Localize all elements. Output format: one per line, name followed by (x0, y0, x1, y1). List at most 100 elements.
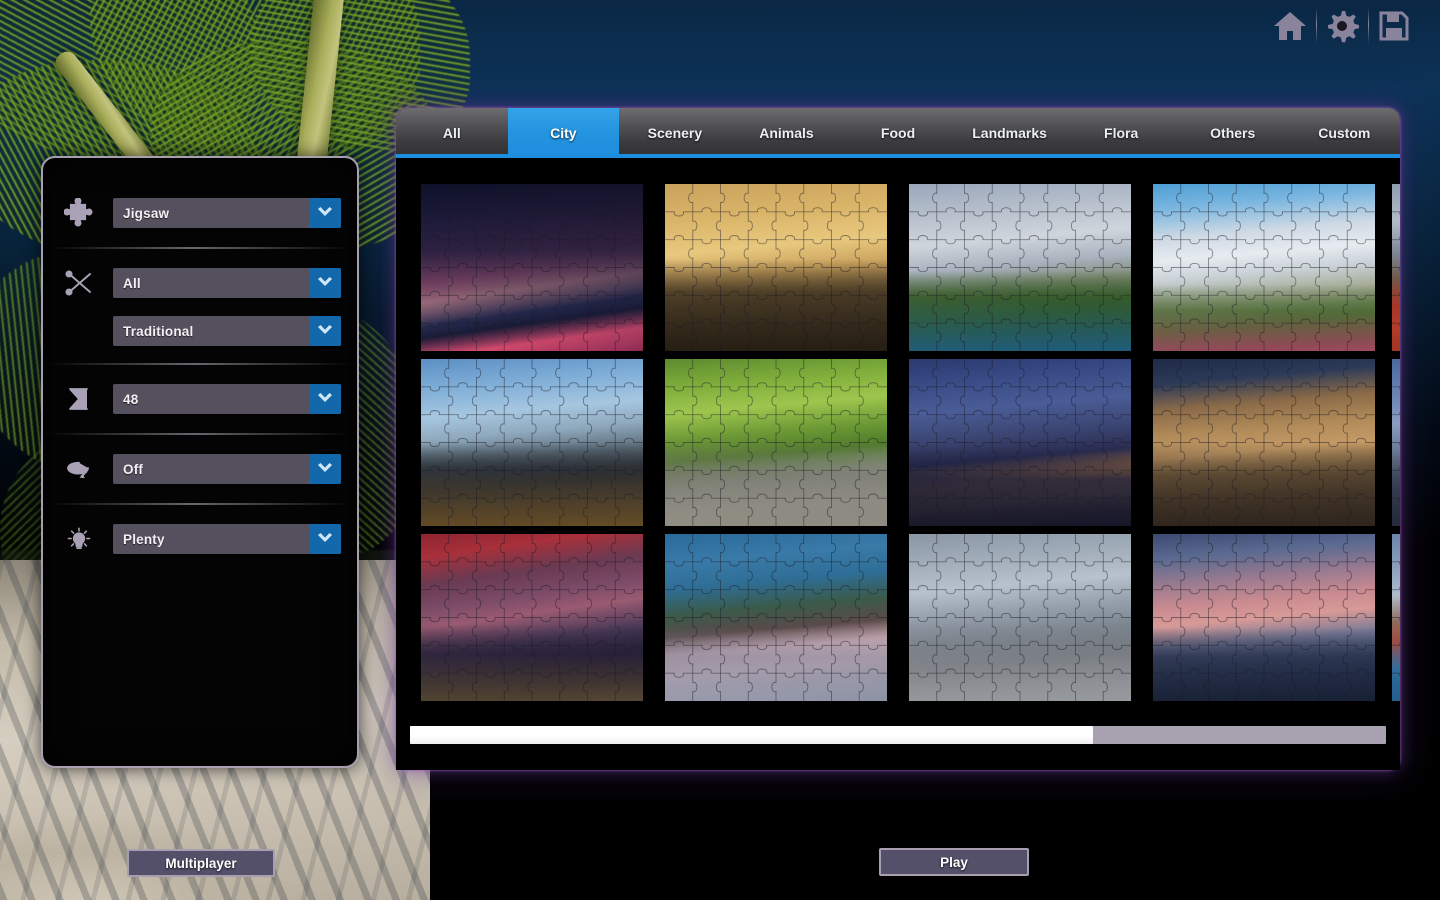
cut-shape-value: All (113, 276, 309, 291)
chevron-down-icon[interactable] (309, 454, 341, 484)
thumb-cobblestone-street[interactable] (904, 530, 1136, 705)
thumbnail-image (665, 359, 887, 526)
hints-value: Plenty (113, 532, 309, 547)
thumb-river-sunset-rocks[interactable] (660, 180, 892, 355)
thumbnail-grid (416, 180, 1400, 705)
scissors-icon (59, 263, 99, 303)
cut-style-dropdown[interactable]: Traditional (113, 316, 341, 346)
settings-divider (49, 247, 351, 249)
gear-icon[interactable] (1316, 4, 1368, 48)
thumbnail-image (421, 359, 643, 526)
settings-divider (49, 503, 351, 505)
thumb-kayak-sunset-lake[interactable] (1148, 530, 1380, 705)
thumbnail-image (909, 359, 1131, 526)
tab-landmarks[interactable]: Landmarks (954, 108, 1066, 158)
tab-custom[interactable]: Custom (1289, 108, 1401, 158)
puzzle-piece-icon (59, 193, 99, 233)
thumb-boat-dock-partial[interactable] (1392, 530, 1400, 705)
thumbnail-foreground (421, 534, 643, 701)
thumbnail-image (1153, 359, 1375, 526)
thumbnail-image (909, 534, 1131, 701)
thumbnail-image (1392, 359, 1400, 526)
thumbnail-image (665, 534, 887, 701)
image-gallery-panel: AllCitySceneryAnimalsFoodLandmarksFloraO… (396, 108, 1400, 770)
setting-row: Plenty (59, 514, 341, 564)
thumb-city-blue-partial[interactable] (1392, 355, 1400, 530)
top-icon-bar (1240, 0, 1440, 52)
setting-row: 48 (59, 374, 341, 424)
category-tab-bar: AllCitySceneryAnimalsFoodLandmarksFloraO… (396, 108, 1400, 158)
chevron-down-icon[interactable] (309, 384, 341, 414)
setting-row: Jigsaw (59, 188, 341, 238)
thumbnail-image (909, 184, 1131, 351)
setting-group-cut: All Traditional (43, 258, 357, 354)
chevron-down-icon[interactable] (309, 316, 341, 346)
thumb-red-arch-city-dusk[interactable] (416, 530, 648, 705)
thumbnail-foreground (665, 534, 887, 701)
thumb-toronto-skyline-sunset[interactable] (416, 180, 648, 355)
thumb-city-park-cathedral[interactable] (904, 180, 1136, 355)
cut-shape-dropdown[interactable]: All (113, 268, 341, 298)
thumbnail-image (1153, 184, 1375, 351)
chevron-down-icon[interactable] (309, 268, 341, 298)
thumbnail-foreground (421, 184, 643, 351)
chevron-down-icon[interactable] (309, 524, 341, 554)
puzzle-settings-panel: Jigsaw All (41, 156, 359, 768)
gallery-scrollbar-thumb[interactable] (410, 726, 1093, 744)
settings-divider (49, 433, 351, 435)
thumb-tugboat-harbor-night[interactable] (904, 355, 1136, 530)
rotation-icon (59, 449, 99, 489)
tab-animals[interactable]: Animals (731, 108, 843, 158)
thumbnail-foreground (665, 359, 887, 526)
thumbnail-foreground (909, 184, 1131, 351)
puzzle-type-dropdown[interactable]: Jigsaw (113, 198, 341, 228)
rotation-value: Off (113, 462, 309, 477)
home-icon[interactable] (1264, 4, 1316, 48)
thumbnail-image (421, 184, 643, 351)
thumbnail-foreground (1153, 534, 1375, 701)
thumbnail-image (665, 184, 887, 351)
tab-scenery[interactable]: Scenery (619, 108, 731, 158)
setting-group-piece-count: 48 (43, 374, 357, 424)
setting-group-puzzle-type: Jigsaw (43, 188, 357, 238)
thumbnail-foreground (1392, 534, 1400, 701)
setting-row: Traditional (59, 308, 341, 354)
puzzle-type-value: Jigsaw (113, 206, 309, 221)
sigma-icon (59, 379, 99, 419)
multiplayer-button[interactable]: Multiplayer (127, 849, 275, 877)
thumb-street-festoon-lights[interactable] (1148, 355, 1380, 530)
thumbnail-foreground (665, 184, 887, 351)
setting-group-rotation: Off (43, 444, 357, 494)
thumbnail-image (1392, 534, 1400, 701)
setting-group-hints: Plenty (43, 514, 357, 564)
thumb-bridge-waterfront-dusk[interactable] (416, 355, 648, 530)
thumbnail-image (421, 534, 643, 701)
piece-count-value: 48 (113, 392, 309, 407)
thumbnail-image (1392, 184, 1400, 351)
thumbnail-image (1153, 534, 1375, 701)
thumbnail-foreground (1392, 184, 1400, 351)
thumbnail-foreground (421, 359, 643, 526)
tab-city[interactable]: City (508, 108, 620, 158)
thumb-tree-lined-street[interactable] (660, 355, 892, 530)
spacer (59, 311, 99, 351)
save-icon[interactable] (1368, 4, 1420, 48)
lightbulb-icon (59, 519, 99, 559)
setting-row: All (59, 258, 341, 308)
tab-flora[interactable]: Flora (1065, 108, 1177, 158)
thumbnail-foreground (1153, 184, 1375, 351)
tab-food[interactable]: Food (842, 108, 954, 158)
thumb-harbor-marina-blue[interactable] (660, 530, 892, 705)
tab-others[interactable]: Others (1177, 108, 1289, 158)
thumb-autumn-city-partial[interactable] (1392, 180, 1400, 355)
gallery-scrollbar-track[interactable] (410, 726, 1386, 744)
settings-divider (49, 363, 351, 365)
thumb-legislature-gardens[interactable] (1148, 180, 1380, 355)
rotation-dropdown[interactable]: Off (113, 454, 341, 484)
thumbnail-foreground (1153, 359, 1375, 526)
play-button[interactable]: Play (879, 848, 1029, 876)
tab-all[interactable]: All (396, 108, 508, 158)
piece-count-dropdown[interactable]: 48 (113, 384, 341, 414)
chevron-down-icon[interactable] (309, 198, 341, 228)
hints-dropdown[interactable]: Plenty (113, 524, 341, 554)
